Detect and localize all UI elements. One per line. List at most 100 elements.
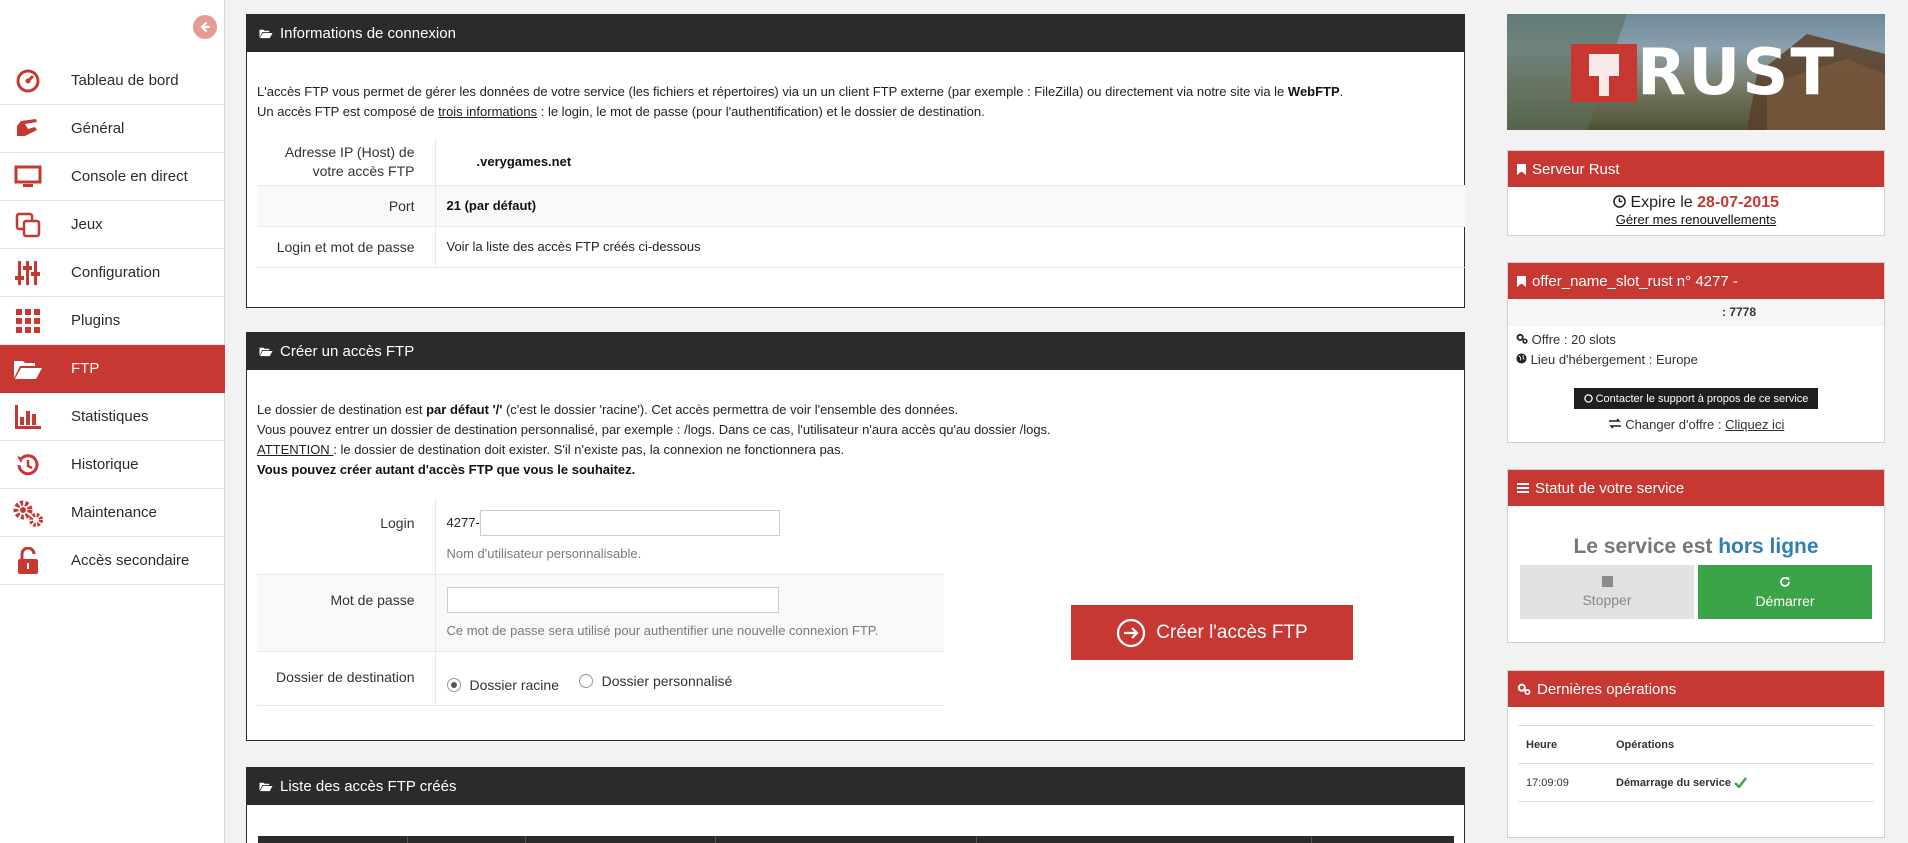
- webftp-link[interactable]: WebFTP: [1288, 84, 1340, 99]
- sidebar-item-general[interactable]: Général: [0, 105, 225, 153]
- clock-icon: [1613, 195, 1626, 208]
- panel-header: Liste des accès FTP créés: [247, 768, 1464, 805]
- info-paragraph: ATTENTION : le dossier de destination do…: [257, 440, 1454, 460]
- form-row-destination: Dossier de destination Dossier racine Do…: [257, 651, 944, 706]
- panel-title: Informations de connexion: [280, 25, 456, 42]
- folder-open-icon: [259, 782, 273, 792]
- offer-location-line: Lieu d'hébergement : Europe: [1508, 350, 1884, 370]
- info-paragraph: Un accès FTP est composé de trois inform…: [257, 102, 1454, 122]
- start-button[interactable]: Démarrer: [1698, 565, 1872, 619]
- text: L'accès FTP vous permet de gérer les don…: [257, 84, 1288, 99]
- radio-custom-folder[interactable]: Dossier personnalisé: [578, 671, 732, 691]
- ftp-list-panel: Liste des accès FTP créés: [246, 767, 1465, 843]
- list-icon: [1517, 483, 1529, 493]
- column-divider: [977, 836, 1312, 843]
- folder-open-icon: [0, 345, 55, 393]
- status-box-header: Statut de votre service: [1508, 470, 1884, 506]
- text: Le dossier de destination est: [257, 402, 427, 417]
- sidebar-item-plugins[interactable]: Plugins: [0, 297, 225, 345]
- radio-dot[interactable]: [446, 678, 461, 692]
- radio-label: Dossier racine: [469, 677, 559, 693]
- panel-title: Créer un accès FTP: [280, 343, 415, 360]
- sidebar-item-secondary-access[interactable]: Accès secondaire: [0, 537, 225, 585]
- refresh-icon: [1780, 576, 1790, 587]
- sidebar-item-console[interactable]: Console en direct: [0, 153, 225, 201]
- password-input[interactable]: [446, 587, 779, 613]
- sidebar-item-dashboard[interactable]: Tableau de bord: [0, 57, 225, 105]
- table-row: Port 21 (par défaut): [257, 185, 1465, 227]
- contact-support-label: Contacter le support à propos de ce serv…: [1595, 392, 1809, 405]
- sidebar-item-configuration[interactable]: Configuration: [0, 249, 225, 297]
- sidebar-item-label: Statistiques: [71, 408, 149, 425]
- column-header-time: Heure: [1526, 738, 1558, 751]
- gears-icon: [1517, 683, 1531, 695]
- check-icon: [1734, 776, 1747, 789]
- offer-box-header: offer_name_slot_rust n° 4277 -: [1508, 263, 1884, 299]
- sidebar-nav: Tableau de bord Général Console en direc…: [0, 57, 225, 585]
- last-operations-box: Dernières opérations Heure Opérations 17…: [1507, 670, 1885, 838]
- folder-open-icon: [259, 347, 273, 357]
- ftp-list-table-header: [258, 836, 1454, 843]
- operation-time: 17:09:09: [1526, 776, 1569, 789]
- text: .: [1339, 84, 1344, 99]
- column-divider: [526, 836, 716, 843]
- arrow-left-icon: [200, 21, 211, 33]
- sidebar-item-label: Jeux: [71, 216, 103, 233]
- password-field-cell: Ce mot de passe sera utilisé pour authen…: [435, 574, 944, 652]
- port-text: 21 (par défaut): [446, 198, 537, 213]
- panel-header: Informations de connexion: [247, 15, 1464, 52]
- hand-icon: [0, 105, 55, 153]
- text: : le login, le mot de passe (pour l'auth…: [537, 104, 985, 119]
- sidebar-item-label: Plugins: [71, 312, 121, 329]
- form-row-password: Mot de passe Ce mot de passe sera utilis…: [257, 574, 944, 652]
- sidebar-item-history[interactable]: Historique: [0, 441, 225, 489]
- panel-header: Créer un accès FTP: [247, 333, 1464, 370]
- sidebar-item-label: Console en direct: [71, 168, 188, 185]
- radio-root-folder[interactable]: Dossier racine: [446, 675, 559, 695]
- column-header-operations: Opérations: [1616, 738, 1675, 751]
- attention-text: ATTENTION: [257, 442, 334, 457]
- panel-body: L'accès FTP vous permet de gérer les don…: [247, 82, 1465, 268]
- sidebar-item-ftp[interactable]: FTP: [0, 345, 225, 393]
- login-field-group: 4277-: [447, 510, 945, 536]
- service-controls: Stopper Démarrer: [1508, 565, 1884, 619]
- destination-field-cell: Dossier racine Dossier personnalisé: [435, 651, 944, 706]
- table-row: Login et mot de passe Voir la liste des …: [257, 226, 1465, 268]
- globe-icon: [1516, 353, 1527, 364]
- column-divider: [258, 836, 408, 843]
- gears-icon: [0, 489, 55, 537]
- operations-table: Heure Opérations 17:09:09 Démarrage du s…: [1518, 725, 1874, 802]
- manage-renewals-link[interactable]: Gérer mes renouvellements: [1508, 212, 1884, 227]
- login-input[interactable]: [479, 510, 780, 536]
- offer-box-title: offer_name_slot_rust n° 4277 -: [1532, 272, 1738, 290]
- sidebar-item-maintenance[interactable]: Maintenance: [0, 489, 225, 537]
- change-offer-label: Changer d'offre :: [1625, 417, 1722, 432]
- service-status-text: Le service est hors ligne: [1508, 535, 1884, 559]
- destination-label: Dossier de destination: [257, 651, 436, 706]
- port-label: Port: [257, 185, 436, 227]
- info-paragraph: Le dossier de destination est par défaut…: [257, 400, 1454, 420]
- column-divider: [716, 836, 977, 843]
- three-info-text: trois informations: [438, 104, 538, 119]
- create-ftp-button[interactable]: Créer l'accès FTP: [1071, 605, 1353, 660]
- login-password-label: Login et mot de passe: [257, 226, 436, 268]
- sidebar-item-statistics[interactable]: Statistiques: [0, 393, 225, 441]
- login-password-value: Voir la liste des accès FTP créés ci-des…: [435, 226, 1465, 268]
- support-icon: [1583, 394, 1593, 403]
- contact-support-button[interactable]: Contacter le support à propos de ce serv…: [1574, 388, 1818, 409]
- sidebar-item-games[interactable]: Jeux: [0, 201, 225, 249]
- stop-button[interactable]: Stopper: [1520, 565, 1694, 619]
- dashboard-icon: [0, 57, 55, 105]
- bookmark-icon: [1517, 275, 1526, 287]
- collapse-sidebar-button[interactable]: [193, 15, 217, 39]
- arrow-circle-right-icon: [1117, 618, 1146, 647]
- offer-box: offer_name_slot_rust n° 4277 - : 7778 Of…: [1507, 262, 1885, 443]
- server-box: Serveur Rust Expire le 28-07-2015 Gérer …: [1507, 150, 1885, 236]
- change-offer-link[interactable]: Cliquez ici: [1725, 417, 1784, 432]
- sliders-icon: [0, 249, 55, 297]
- login-help: Nom d'utilisateur personnalisable.: [446, 546, 642, 561]
- sidebar-item-label: Tableau de bord: [71, 72, 179, 89]
- radio-dot[interactable]: [578, 674, 593, 688]
- status-value: hors ligne: [1718, 535, 1819, 558]
- exchange-icon: [1608, 418, 1621, 429]
